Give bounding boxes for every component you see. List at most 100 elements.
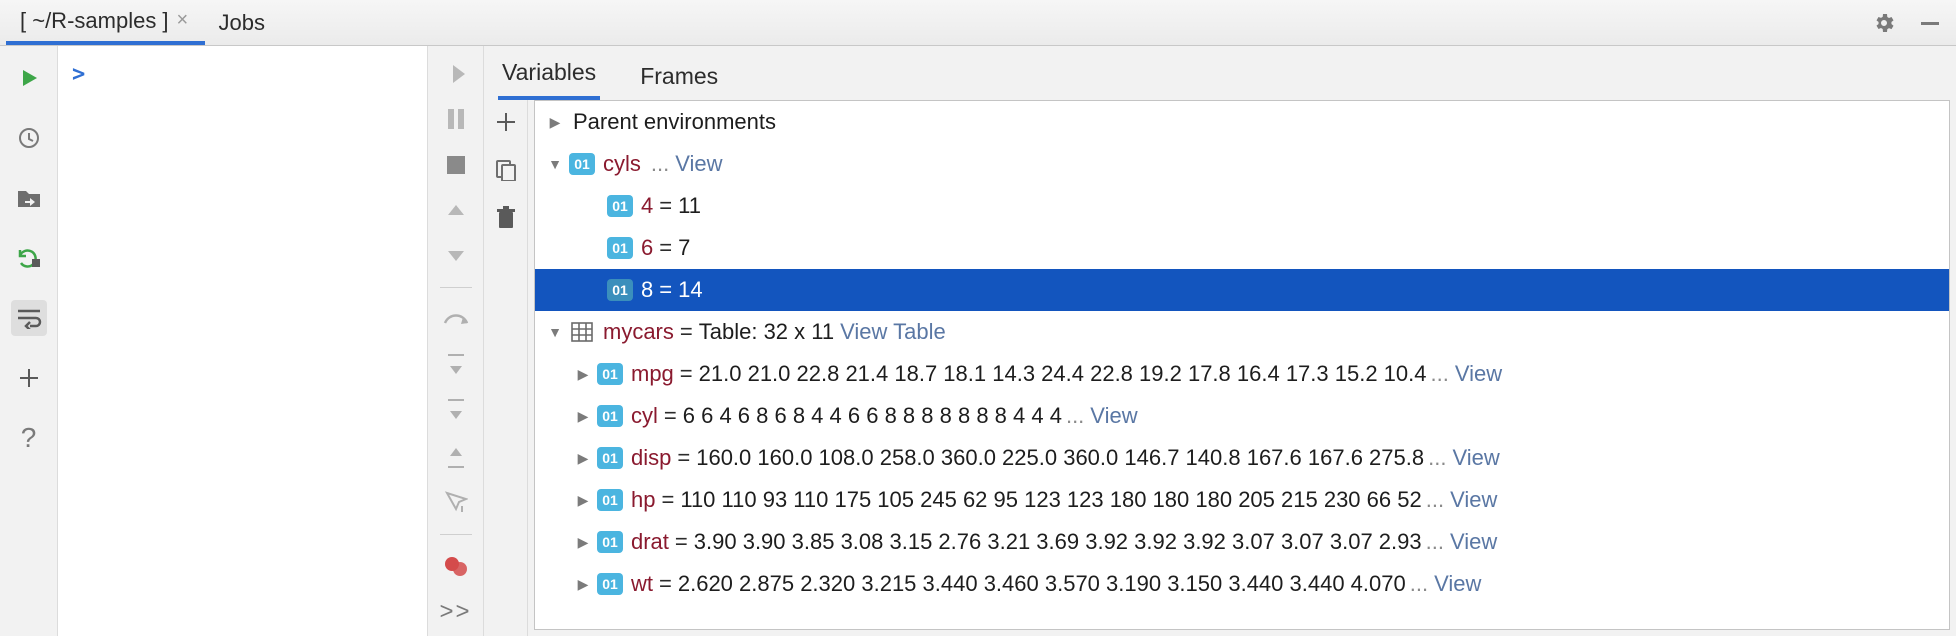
view-link[interactable]: View (1452, 445, 1499, 471)
view-table-link[interactable]: View Table (840, 319, 946, 345)
stop-icon[interactable] (440, 151, 472, 178)
pause-icon[interactable] (440, 105, 472, 132)
view-link[interactable]: View (1090, 403, 1137, 429)
var-name: drat (631, 529, 669, 555)
var-name: 6 (641, 235, 653, 261)
more-icon[interactable]: >> (439, 598, 471, 626)
step-into-icon[interactable] (440, 352, 472, 379)
tab-console[interactable]: [ ~/R-samples ] × (6, 0, 205, 45)
chevron-right-icon[interactable] (573, 408, 593, 425)
tab-frames[interactable]: Frames (636, 55, 722, 100)
ellipsis: ... (1410, 571, 1428, 597)
folder-out-icon[interactable] (11, 180, 47, 216)
var-value: 14 (678, 277, 702, 303)
tab-jobs-label: Jobs (219, 10, 265, 36)
history-icon[interactable] (11, 120, 47, 156)
tree-row-col-disp[interactable]: 01 disp = 160.0 160.0 108.0 258.0 360.0 … (535, 437, 1949, 479)
variables-viewer[interactable]: Parent environments 01 cyls ... View 01 … (534, 100, 1950, 630)
tree-row-cyls-4[interactable]: 01 4 = 11 (535, 185, 1949, 227)
tree-row-mycars[interactable]: mycars = Table: 32 x 11 View Table (535, 311, 1949, 353)
ellipsis: ... (1066, 403, 1084, 429)
tree-row-cyls-6[interactable]: 01 6 = 7 (535, 227, 1949, 269)
equals: = (659, 193, 672, 219)
tree-row-cyls-8[interactable]: 01 8 = 14 (535, 269, 1949, 311)
close-icon[interactable]: × (177, 9, 191, 32)
view-link[interactable]: View (1434, 571, 1481, 597)
console-area[interactable]: > (58, 46, 428, 636)
step-out-icon[interactable] (440, 443, 472, 470)
step-down-icon[interactable] (440, 242, 472, 269)
chevron-right-icon[interactable] (573, 450, 593, 467)
var-name: cyl (631, 403, 658, 429)
chevron-right-icon[interactable] (573, 576, 593, 593)
ellipsis: ... (1426, 487, 1444, 513)
table-icon (569, 321, 595, 343)
equals: = (677, 445, 690, 471)
var-value: Table: 32 x 11 (699, 319, 834, 345)
tab-variables[interactable]: Variables (498, 51, 600, 100)
variables-toolbar (484, 100, 528, 636)
var-name: wt (631, 571, 653, 597)
tree-row-parent-env[interactable]: Parent environments (535, 101, 1949, 143)
var-value: 11 (678, 193, 701, 219)
var-value: 160.0 160.0 108.0 258.0 360.0 225.0 360.… (696, 445, 1424, 471)
int-badge-icon: 01 (597, 573, 623, 595)
view-link[interactable]: View (675, 151, 722, 177)
chevron-right-icon[interactable] (573, 492, 593, 509)
restart-icon[interactable] (11, 240, 47, 276)
debug-gutter: >> (428, 46, 484, 636)
var-value: 21.0 21.0 22.8 21.4 18.7 18.1 14.3 24.4 … (699, 361, 1427, 387)
run-to-cursor-icon[interactable] (440, 488, 472, 515)
step-up-icon[interactable] (440, 196, 472, 223)
equals: = (661, 487, 674, 513)
var-value: 110 110 93 110 175 105 245 62 95 123 123… (680, 487, 1421, 513)
chevron-right-icon[interactable] (545, 114, 565, 131)
tree-row-col-mpg[interactable]: 01 mpg = 21.0 21.0 22.8 21.4 18.7 18.1 1… (535, 353, 1949, 395)
int-badge-icon: 01 (597, 405, 623, 427)
divider (440, 287, 472, 288)
int-badge-icon: 01 (569, 153, 595, 175)
step-over-icon[interactable] (440, 306, 472, 333)
tree-row-cyls[interactable]: 01 cyls ... View (535, 143, 1949, 185)
copy-icon[interactable] (492, 156, 520, 184)
var-name: mycars (603, 319, 674, 345)
gear-icon[interactable] (1872, 11, 1896, 35)
tree-row-col-cyl[interactable]: 01 cyl = 6 6 4 6 8 6 8 4 4 6 6 8 8 8 8 8… (535, 395, 1949, 437)
view-link[interactable]: View (1450, 529, 1497, 555)
equals: = (659, 235, 672, 261)
view-link[interactable]: View (1450, 487, 1497, 513)
int-badge-icon: 01 (597, 447, 623, 469)
chevron-right-icon[interactable] (573, 366, 593, 383)
equals: = (675, 529, 688, 555)
var-name: 8 (641, 277, 653, 303)
step-into-2-icon[interactable] (440, 397, 472, 424)
view-link[interactable]: View (1455, 361, 1502, 387)
help-button[interactable]: ? (11, 420, 47, 456)
tab-console-label: [ ~/R-samples ] (20, 8, 169, 34)
trash-icon[interactable] (492, 204, 520, 232)
ellipsis: ... (1431, 361, 1449, 387)
tree-row-col-drat[interactable]: 01 drat = 3.90 3.90 3.85 3.08 3.15 2.76 … (535, 521, 1949, 563)
add-button[interactable] (11, 360, 47, 396)
tab-jobs[interactable]: Jobs (205, 0, 279, 45)
var-name: hp (631, 487, 655, 513)
add-watch-button[interactable] (492, 108, 520, 136)
chevron-down-icon[interactable] (545, 324, 565, 340)
tree-row-col-hp[interactable]: 01 hp = 110 110 93 110 175 105 245 62 95… (535, 479, 1949, 521)
ellipsis: ... (1428, 445, 1446, 471)
equals: = (680, 361, 693, 387)
int-badge-icon: 01 (597, 531, 623, 553)
wrap-icon[interactable] (11, 300, 47, 336)
var-value: 3.90 3.90 3.85 3.08 3.15 2.76 3.21 3.69 … (694, 529, 1422, 555)
parent-env-label: Parent environments (573, 109, 776, 135)
chevron-down-icon[interactable] (545, 156, 565, 172)
int-badge-icon: 01 (597, 489, 623, 511)
tree-row-col-wt[interactable]: 01 wt = 2.620 2.875 2.320 3.215 3.440 3.… (535, 563, 1949, 605)
resume-icon[interactable] (440, 60, 472, 87)
int-badge-icon: 01 (607, 195, 633, 217)
run-button[interactable] (11, 60, 47, 96)
breakpoints-icon[interactable] (440, 553, 472, 580)
minimize-icon[interactable] (1918, 11, 1942, 35)
equals: = (659, 277, 672, 303)
chevron-right-icon[interactable] (573, 534, 593, 551)
